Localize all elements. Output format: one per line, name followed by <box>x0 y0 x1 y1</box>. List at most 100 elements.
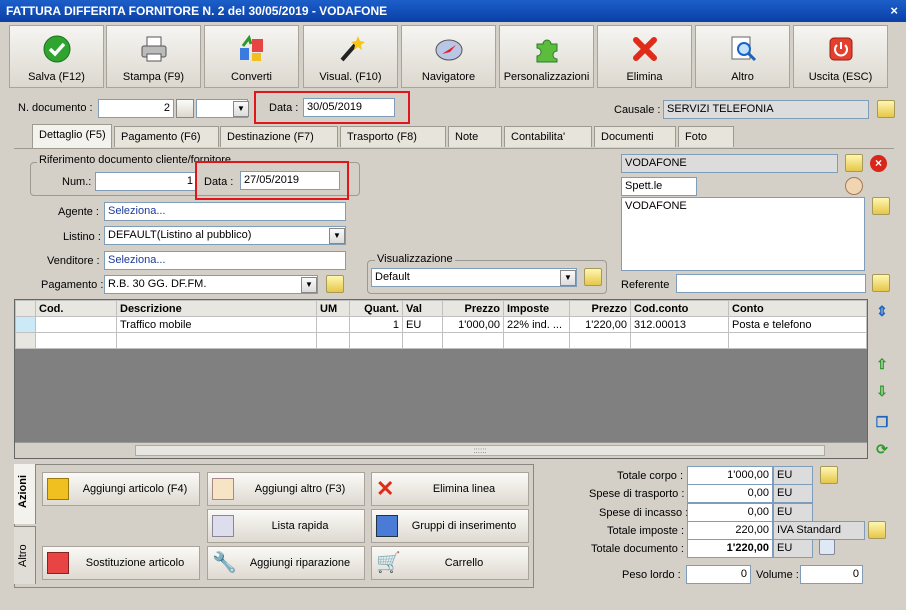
col-prezzo-ivato[interactable]: Prezzo <box>569 300 631 317</box>
add-other-button[interactable]: Aggiungi altro (F3) <box>207 472 365 506</box>
preview-button[interactable]: Visual. (F10) <box>303 25 398 88</box>
cell-imposte[interactable]: 22% ind. ... <box>503 316 570 333</box>
chevron-down-icon[interactable]: ▼ <box>301 277 317 293</box>
visualizzazione-folder-icon[interactable] <box>584 268 602 286</box>
tab-destinazione[interactable]: Destinazione (F7) <box>220 126 338 147</box>
referente-folder-icon[interactable] <box>872 274 890 292</box>
col-val[interactable]: Val <box>402 300 443 317</box>
supplier-folder-icon[interactable] <box>845 154 863 172</box>
quick-list-button[interactable]: Lista rapida <box>207 509 365 543</box>
col-quant[interactable]: Quant. <box>349 300 403 317</box>
venditore-field[interactable]: Seleziona... <box>104 251 346 270</box>
peso-lordo-field[interactable]: 0 <box>686 565 751 584</box>
supplier-name-field[interactable]: VODAFONE <box>621 154 838 173</box>
replace-article-button[interactable]: Sostituzione articolo <box>42 546 200 580</box>
spese-incasso-field[interactable]: 0,00 <box>687 503 773 522</box>
tab-documenti[interactable]: Documenti <box>594 126 676 147</box>
totale-documento-field[interactable]: 1'220,00 <box>687 539 773 558</box>
cell-cod[interactable] <box>35 316 117 333</box>
tab-foto[interactable]: Foto <box>678 126 734 147</box>
ndoc-field[interactable]: 2 <box>98 99 174 118</box>
listino-select[interactable]: DEFAULT(Listino al pubblico) <box>104 226 346 245</box>
close-window-button[interactable]: × <box>890 3 898 18</box>
pagamento-folder-icon[interactable] <box>326 275 344 293</box>
table-row[interactable] <box>15 332 867 349</box>
pagamento-select[interactable]: R.B. 30 GG. DF.FM. <box>104 275 318 294</box>
customize-button[interactable]: Personalizzazioni <box>499 25 594 88</box>
document-date-field[interactable]: 30/05/2019 <box>303 98 395 117</box>
col-prezzo[interactable]: Prezzo <box>442 300 504 317</box>
totale-corpo-folder-icon[interactable] <box>820 466 838 484</box>
col-um[interactable]: UM <box>316 300 350 317</box>
zoom-total-icon[interactable] <box>819 539 835 555</box>
cart-button[interactable]: 🛒 Carrello <box>371 546 529 580</box>
referente-field[interactable] <box>676 274 866 293</box>
address-folder-icon[interactable] <box>872 197 890 215</box>
cell-empty[interactable] <box>116 332 317 349</box>
cell-empty[interactable] <box>316 332 350 349</box>
items-grid[interactable]: Cod. Descrizione UM Quant. Val Prezzo Im… <box>14 299 868 459</box>
row-selector[interactable] <box>15 332 36 349</box>
side-tab-altro[interactable]: Altro <box>14 526 36 584</box>
cell-um[interactable] <box>316 316 350 333</box>
navigator-button[interactable]: Navigatore <box>401 25 496 88</box>
move-top-icon[interactable]: ⇕ <box>873 302 891 320</box>
iva-folder-icon[interactable] <box>868 521 886 539</box>
row-selector[interactable] <box>15 316 36 333</box>
add-article-button[interactable]: Aggiungi articolo (F4) <box>42 472 200 506</box>
table-row[interactable]: Traffico mobile 1 EU 1'000,00 22% ind. .… <box>15 316 867 333</box>
other-button[interactable]: Altro <box>695 25 790 88</box>
spese-trasporto-field[interactable]: 0,00 <box>687 484 773 503</box>
chevron-down-icon[interactable]: ▼ <box>233 101 249 117</box>
chevron-down-icon[interactable]: ▼ <box>329 228 345 244</box>
cell-empty[interactable] <box>442 332 504 349</box>
address-field[interactable]: VODAFONE <box>621 197 865 271</box>
convert-button[interactable]: Converti <box>204 25 299 88</box>
arrow-up-icon[interactable]: ⇧ <box>873 355 891 373</box>
col-conto[interactable]: Conto <box>728 300 867 317</box>
copy-row-icon[interactable]: ❐ <box>873 413 891 431</box>
greeting-field[interactable]: Spett.le <box>621 177 697 196</box>
scrollbar-thumb[interactable]: :::::: <box>135 445 825 456</box>
clear-supplier-icon[interactable]: × <box>870 155 887 172</box>
cell-empty[interactable] <box>503 332 570 349</box>
cell-quant[interactable]: 1 <box>349 316 403 333</box>
cell-cod-conto[interactable]: 312.00013 <box>630 316 729 333</box>
cell-conto[interactable]: Posta e telefono <box>728 316 867 333</box>
causale-folder-icon[interactable] <box>877 100 895 118</box>
save-button[interactable]: Salva (F12) <box>9 25 104 88</box>
col-cod-conto[interactable]: Cod.conto <box>630 300 729 317</box>
volume-field[interactable]: 0 <box>800 565 863 584</box>
ref-num-field[interactable]: 1 <box>95 172 197 191</box>
refresh-row-icon[interactable]: ⟳ <box>873 440 891 458</box>
cell-prezzo-ivato[interactable]: 1'220,00 <box>569 316 631 333</box>
arrow-down-icon[interactable]: ⇩ <box>873 382 891 400</box>
ndoc-suffix-button[interactable] <box>176 99 194 118</box>
cell-empty[interactable] <box>630 332 729 349</box>
side-tab-azioni[interactable]: Azioni <box>14 464 36 524</box>
cell-descrizione[interactable]: Traffico mobile <box>116 316 317 333</box>
cell-empty[interactable] <box>402 332 443 349</box>
col-cod[interactable]: Cod. <box>35 300 117 317</box>
col-descrizione[interactable]: Descrizione <box>116 300 317 317</box>
totale-imposte-field[interactable]: 220,00 <box>687 521 773 540</box>
visualizzazione-select[interactable]: Default <box>371 268 577 287</box>
cell-val[interactable]: EU <box>402 316 443 333</box>
tab-pagamento[interactable]: Pagamento (F6) <box>114 126 219 147</box>
exit-button[interactable]: Uscita (ESC) <box>793 25 888 88</box>
tab-dettaglio[interactable]: Dettaglio (F5) <box>32 124 112 148</box>
tab-note[interactable]: Note <box>448 126 502 147</box>
tab-contabilita[interactable]: Contabilita' <box>504 126 592 147</box>
cell-empty[interactable] <box>728 332 867 349</box>
delete-button[interactable]: Elimina <box>597 25 692 88</box>
add-repair-button[interactable]: 🔧 Aggiungi riparazione <box>207 546 365 580</box>
agente-field[interactable]: Seleziona... <box>104 202 346 221</box>
cell-empty[interactable] <box>35 332 117 349</box>
totale-corpo-field[interactable]: 1'000,00 <box>687 466 773 485</box>
chevron-down-icon[interactable]: ▼ <box>560 270 576 286</box>
cell-empty[interactable] <box>569 332 631 349</box>
horizontal-scrollbar[interactable]: :::::: <box>15 442 867 458</box>
insertion-groups-button[interactable]: Gruppi di inserimento <box>371 509 529 543</box>
iva-regime-field[interactable]: IVA Standard <box>773 521 865 540</box>
print-button[interactable]: Stampa (F9) <box>106 25 201 88</box>
